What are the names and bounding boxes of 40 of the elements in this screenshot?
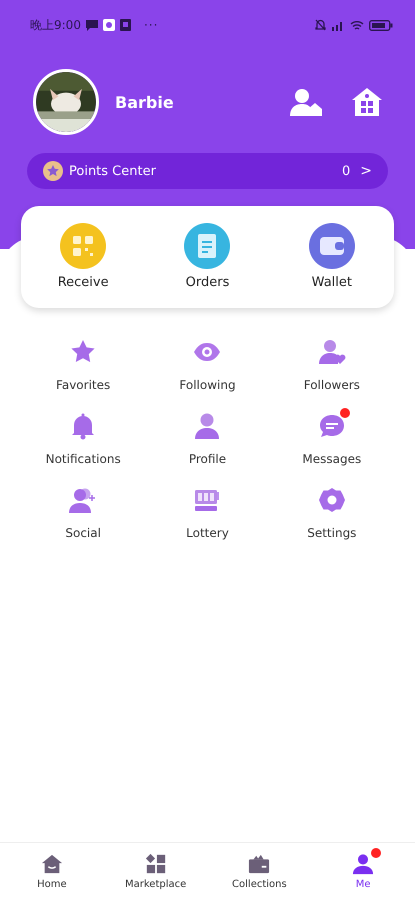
nav-tab[interactable]: Marketplace	[104, 843, 208, 900]
settings-icon[interactable]	[318, 486, 346, 514]
action-label: Receive	[58, 275, 109, 290]
menu-label: Settings	[307, 526, 356, 540]
action-label: Orders	[186, 275, 230, 290]
action-label: Wallet	[312, 275, 352, 290]
chat-icon[interactable]	[318, 412, 346, 440]
user-name: Barbie	[115, 92, 174, 112]
person-icon	[352, 853, 374, 875]
menu-label: Following	[179, 378, 236, 392]
message-icon	[86, 20, 98, 30]
signal-icon	[331, 20, 345, 30]
menu-label: Messages	[302, 452, 362, 466]
home-icon	[40, 853, 63, 875]
nav-tab[interactable]: Home	[0, 843, 104, 900]
menu-label: Lottery	[186, 526, 229, 540]
bell-off-icon	[315, 19, 326, 31]
nav-tab[interactable]: Collections	[208, 843, 312, 900]
people-icon[interactable]	[69, 486, 98, 514]
house-icon[interactable]	[352, 88, 382, 116]
menu-label: Notifications	[46, 452, 121, 466]
person-icon[interactable]	[193, 412, 222, 440]
document-icon[interactable]	[184, 223, 230, 269]
battery-icon	[369, 20, 393, 30]
folder-icon	[248, 853, 270, 875]
grid-icon	[144, 853, 167, 875]
menu-label: Followers	[304, 378, 360, 392]
menu-label: Favorites	[56, 378, 110, 392]
status-time: 晚上9:00	[30, 16, 81, 34]
menu-label: Profile	[188, 452, 226, 466]
more-indicator: ···	[144, 18, 158, 32]
person-heart-icon[interactable]	[318, 338, 346, 366]
nav-tab[interactable]: Me	[311, 843, 415, 900]
app-icon	[102, 19, 115, 31]
person-house-icon[interactable]	[290, 88, 322, 116]
wallet-icon[interactable]	[308, 223, 355, 269]
wifi-icon	[350, 20, 364, 30]
menu-label: Social	[65, 526, 101, 540]
star-coin-icon	[43, 161, 63, 181]
points-center-bar[interactable]: Points Center 0 >	[27, 153, 388, 189]
